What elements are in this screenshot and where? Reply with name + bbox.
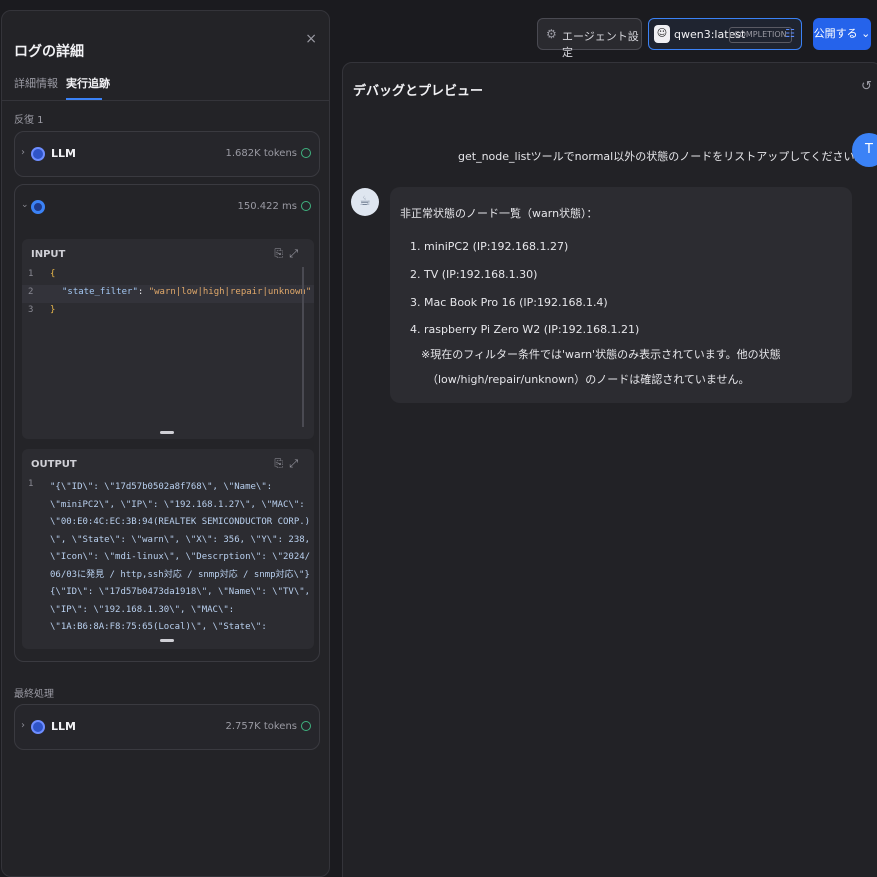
- output-line: \"Icon\": \"mdi-linux\", \"Descrption\":…: [50, 552, 311, 562]
- chat-title: デバッグとプレビュー: [353, 84, 484, 99]
- model-badge: COMPLETION: [729, 27, 792, 43]
- clipboard-icon[interactable]: ⎘: [274, 247, 289, 260]
- line-number: 1: [28, 479, 34, 489]
- llm-icon: [31, 147, 45, 161]
- model-selector[interactable]: ☺ qwen3:latest COMPLETION ☷: [648, 18, 802, 50]
- line-number: 2: [28, 287, 34, 297]
- line-number: 1: [28, 269, 34, 279]
- check-circle-icon: [301, 721, 311, 731]
- json-value: "warn|low|high|repair|unknown": [148, 287, 312, 297]
- output-line: {\"ID\": \"17d57b0473da1918\", \"Name\":…: [50, 587, 311, 597]
- check-circle-icon: [301, 201, 311, 211]
- chevron-down-icon[interactable]: ⌄: [21, 200, 29, 210]
- code-text: }: [50, 305, 56, 315]
- iteration-label: 反復 1: [14, 115, 44, 126]
- output-line: \"IP\": \"192.168.1.30\", \"MAC\":: [50, 604, 235, 615]
- bot-message-line: 非正常状態のノード一覧（warn状態）：: [400, 207, 598, 220]
- resize-grip[interactable]: [160, 639, 174, 642]
- gear-icon: ⚙: [546, 27, 557, 41]
- tab-trace[interactable]: 実行追跡: [66, 75, 110, 91]
- debug-preview-panel: デバッグとプレビュー ↺ get_node_listツールでnormal以外の状…: [342, 62, 877, 877]
- input-code-box: INPUT ⎘⤢ 1 { 2 "state_filter": "warn|low…: [22, 239, 314, 439]
- model-avatar-icon: ☺: [654, 25, 670, 43]
- bot-avatar-icon: ☕: [351, 188, 379, 216]
- tool-duration: 150.422 ms: [237, 201, 297, 212]
- code-line: 1 {: [22, 267, 314, 285]
- tool-icon: [31, 200, 45, 214]
- output-tools: ⎘⤢: [274, 457, 304, 471]
- llm-step-name: LLM: [51, 720, 76, 733]
- output-line: \", \"State\": \"warn\", \"X\": 356, \"Y…: [50, 534, 311, 545]
- bot-message-line: 3. Mac Book Pro 16 (IP:192.168.1.4): [410, 296, 608, 309]
- resize-grip[interactable]: [160, 431, 174, 434]
- output-line: 06/03に発見 / http,ssh対応 / snmp対応 / snmp対応\…: [50, 569, 310, 580]
- clipboard-icon[interactable]: ⎘: [274, 457, 289, 470]
- publish-label: 公開する: [813, 27, 858, 40]
- output-text: "{\"ID\": \"17d57b0502a8f768\", \"Name\"…: [50, 479, 314, 637]
- output-line: \"miniPC2\", \"IP\": \"192.168.1.27\", \…: [50, 499, 305, 510]
- bot-message-line: 4. raspberry Pi Zero W2 (IP:192.168.1.21…: [410, 323, 640, 336]
- bot-message-line: 1. miniPC2 (IP:192.168.1.27): [410, 240, 569, 253]
- llm-step-name: LLM: [51, 147, 76, 160]
- bot-message-bubble: 非正常状態のノード一覧（warn状態）： 1. miniPC2 (IP:192.…: [390, 187, 852, 403]
- llm-step-tokens: 1.682K tokens: [225, 148, 297, 159]
- chevron-right-icon[interactable]: ›: [21, 147, 25, 158]
- code-text: "state_filter": "warn|low|high|repair|un…: [62, 287, 311, 297]
- chevron-down-icon: ⌄: [857, 27, 871, 40]
- tab-details[interactable]: 詳細情報: [14, 75, 58, 91]
- input-label: INPUT: [31, 249, 66, 260]
- output-line: "{\"ID\": \"17d57b0502a8f768\", \"Name\"…: [50, 482, 273, 492]
- expand-icon[interactable]: ⤢: [289, 247, 304, 260]
- final-label: 最終処理: [14, 689, 54, 700]
- code-text: {: [50, 269, 56, 279]
- line-number: 3: [28, 305, 34, 315]
- agent-settings-label: エージェント設定: [562, 30, 639, 59]
- llm-step-card[interactable]: › LLM 2.757K tokens: [14, 704, 320, 750]
- bot-message-line: （low/high/repair/unknown）のノードは確認されていません。: [427, 373, 750, 386]
- bot-message-line: 2. TV (IP:192.168.1.30): [410, 268, 538, 281]
- json-colon: :: [137, 287, 149, 297]
- expand-icon[interactable]: ⤢: [289, 457, 304, 470]
- json-key: "state_filter": [62, 287, 138, 297]
- refresh-icon[interactable]: ↺: [861, 79, 872, 94]
- close-icon[interactable]: ×: [305, 31, 317, 47]
- tool-step-card: ⌄ 150.422 ms INPUT ⎘⤢ 1 { 2 "state_filte…: [14, 184, 320, 662]
- settings-sliders-icon[interactable]: ☷: [785, 27, 795, 40]
- llm-step-tokens: 2.757K tokens: [225, 721, 297, 732]
- llm-step-card[interactable]: › LLM 1.682K tokens: [14, 131, 320, 177]
- code-line: 3 }: [22, 303, 314, 321]
- log-detail-panel: ログの詳細 × 詳細情報 実行追跡 反復 1 › LLM 1.682K toke…: [1, 10, 330, 877]
- scrollbar[interactable]: [302, 267, 304, 427]
- log-panel-title: ログの詳細: [14, 44, 84, 60]
- output-label: OUTPUT: [31, 459, 77, 470]
- input-tools: ⎘⤢: [274, 247, 304, 261]
- llm-icon: [31, 720, 45, 734]
- output-line: \"00:E0:4C:EC:3B:94(REALTEK SEMICONDUCTO…: [50, 517, 311, 527]
- check-circle-icon: [301, 148, 311, 158]
- log-tabs: 詳細情報 実行追跡: [2, 67, 329, 101]
- bot-message-line: ※現在のフィルター条件では'warn'状態のみ表示されています。他の状態: [421, 348, 781, 361]
- agent-settings-button[interactable]: ⚙ エージェント設定: [537, 18, 642, 59]
- output-line: \"1A:B6:8A:F8:75:65(Local)\", \"State\":: [50, 622, 267, 632]
- publish-button[interactable]: 公開する ⌄: [813, 18, 871, 50]
- code-line: 2 "state_filter": "warn|low|high|repair|…: [22, 285, 314, 303]
- chevron-right-icon[interactable]: ›: [21, 720, 25, 731]
- output-code-box: OUTPUT ⎘⤢ 1 "{\"ID\": \"17d57b0502a8f768…: [22, 449, 314, 649]
- active-tab-indicator: [66, 98, 102, 100]
- user-message: get_node_listツールでnormal以外の状態のノードをリストアップし…: [458, 150, 866, 163]
